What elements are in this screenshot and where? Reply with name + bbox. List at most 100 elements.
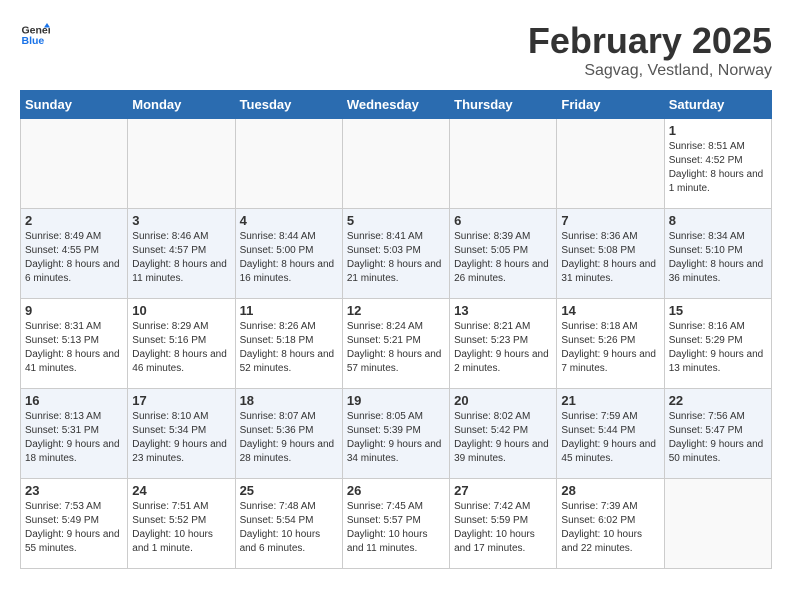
day-number: 20 [454, 393, 552, 408]
table-row: 6 Sunrise: 8:39 AM Sunset: 5:05 PM Daylig… [450, 209, 557, 299]
table-row: 25 Sunrise: 7:48 AM Sunset: 5:54 PM Dayli… [235, 479, 342, 569]
calendar-table: Sunday Monday Tuesday Wednesday Thursday… [20, 90, 772, 569]
day-info: Sunrise: 8:39 AM Sunset: 5:05 PM Dayligh… [454, 230, 552, 286]
day-number: 2 [25, 213, 123, 228]
day-number: 10 [132, 303, 230, 318]
day-info: Sunrise: 7:56 AM Sunset: 5:47 PM Dayligh… [669, 410, 767, 466]
table-row: 2 Sunrise: 8:49 AM Sunset: 4:55 PM Daylig… [21, 209, 128, 299]
day-info: Sunrise: 8:49 AM Sunset: 4:55 PM Dayligh… [25, 230, 123, 286]
week-row-3: 9 Sunrise: 8:31 AM Sunset: 5:13 PM Daylig… [21, 299, 772, 389]
day-info: Sunrise: 7:39 AM Sunset: 6:02 PM Dayligh… [561, 500, 659, 556]
title-area: February 2025 Sagvag, Vestland, Norway [528, 20, 772, 80]
header-tuesday: Tuesday [235, 91, 342, 119]
day-number: 5 [347, 213, 445, 228]
week-row-2: 2 Sunrise: 8:49 AM Sunset: 4:55 PM Daylig… [21, 209, 772, 299]
day-info: Sunrise: 8:02 AM Sunset: 5:42 PM Dayligh… [454, 410, 552, 466]
table-row: 16Sunrise: 8:13 AM Sunset: 5:31 PM Dayli… [21, 389, 128, 479]
day-number: 14 [561, 303, 659, 318]
table-row [664, 479, 771, 569]
day-info: Sunrise: 7:42 AM Sunset: 5:59 PM Dayligh… [454, 500, 552, 556]
header-sunday: Sunday [21, 91, 128, 119]
day-number: 15 [669, 303, 767, 318]
table-row: 5 Sunrise: 8:41 AM Sunset: 5:03 PM Daylig… [342, 209, 449, 299]
day-info: Sunrise: 8:36 AM Sunset: 5:08 PM Dayligh… [561, 230, 659, 286]
table-row: 28 Sunrise: 7:39 AM Sunset: 6:02 PM Dayli… [557, 479, 664, 569]
table-row [21, 119, 128, 209]
day-info: Sunrise: 8:18 AM Sunset: 5:26 PM Dayligh… [561, 320, 659, 376]
day-number: 3 [132, 213, 230, 228]
table-row [128, 119, 235, 209]
day-number: 26 [347, 483, 445, 498]
table-row: 9 Sunrise: 8:31 AM Sunset: 5:13 PM Daylig… [21, 299, 128, 389]
table-row: 23 Sunrise: 7:53 AM Sunset: 5:49 PM Dayli… [21, 479, 128, 569]
day-number: 12 [347, 303, 445, 318]
day-info: Sunrise: 8:46 AM Sunset: 4:57 PM Dayligh… [132, 230, 230, 286]
table-row: 24 Sunrise: 7:51 AM Sunset: 5:52 PM Dayli… [128, 479, 235, 569]
day-info: Sunrise: 8:44 AM Sunset: 5:00 PM Dayligh… [240, 230, 338, 286]
header-monday: Monday [128, 91, 235, 119]
header-friday: Friday [557, 91, 664, 119]
day-info: Sunrise: 8:26 AM Sunset: 5:18 PM Dayligh… [240, 320, 338, 376]
logo: General Blue [20, 20, 50, 50]
day-info: Sunrise: 8:13 AM Sunset: 5:31 PM Dayligh… [25, 410, 123, 466]
table-row: 11 Sunrise: 8:26 AM Sunset: 5:18 PM Dayli… [235, 299, 342, 389]
table-row: 8 Sunrise: 8:34 AM Sunset: 5:10 PM Daylig… [664, 209, 771, 299]
table-row: 4 Sunrise: 8:44 AM Sunset: 5:00 PM Daylig… [235, 209, 342, 299]
table-row: 17Sunrise: 8:10 AM Sunset: 5:34 PM Dayli… [128, 389, 235, 479]
table-row: 22 Sunrise: 7:56 AM Sunset: 5:47 PM Dayli… [664, 389, 771, 479]
header: General Blue February 2025 Sagvag, Vestl… [20, 20, 772, 80]
calendar-header-row: Sunday Monday Tuesday Wednesday Thursday… [21, 91, 772, 119]
day-number: 25 [240, 483, 338, 498]
day-number: 23 [25, 483, 123, 498]
day-info: Sunrise: 8:05 AM Sunset: 5:39 PM Dayligh… [347, 410, 445, 466]
svg-text:Blue: Blue [22, 35, 45, 47]
day-number: 9 [25, 303, 123, 318]
table-row: 14 Sunrise: 8:18 AM Sunset: 5:26 PM Dayli… [557, 299, 664, 389]
table-row: 26 Sunrise: 7:45 AM Sunset: 5:57 PM Dayli… [342, 479, 449, 569]
day-number: 4 [240, 213, 338, 228]
day-info: Sunrise: 8:21 AM Sunset: 5:23 PM Dayligh… [454, 320, 552, 376]
day-number: 19 [347, 393, 445, 408]
day-info: Sunrise: 8:29 AM Sunset: 5:16 PM Dayligh… [132, 320, 230, 376]
day-number: 11 [240, 303, 338, 318]
table-row: 20 Sunrise: 8:02 AM Sunset: 5:42 PM Dayli… [450, 389, 557, 479]
day-number: 1 [669, 123, 767, 138]
day-info: Sunrise: 7:59 AM Sunset: 5:44 PM Dayligh… [561, 410, 659, 466]
day-info: Sunrise: 8:24 AM Sunset: 5:21 PM Dayligh… [347, 320, 445, 376]
table-row: 21Sunrise: 7:59 AM Sunset: 5:44 PM Dayli… [557, 389, 664, 479]
table-row: 7Sunrise: 8:36 AM Sunset: 5:08 PM Daylig… [557, 209, 664, 299]
day-number: 22 [669, 393, 767, 408]
header-saturday: Saturday [664, 91, 771, 119]
calendar-title: February 2025 [528, 20, 772, 62]
table-row: 3 Sunrise: 8:46 AM Sunset: 4:57 PM Daylig… [128, 209, 235, 299]
day-number: 27 [454, 483, 552, 498]
table-row: 19 Sunrise: 8:05 AM Sunset: 5:39 PM Dayli… [342, 389, 449, 479]
table-row: 13Sunrise: 8:21 AM Sunset: 5:23 PM Dayli… [450, 299, 557, 389]
table-row [235, 119, 342, 209]
day-number: 18 [240, 393, 338, 408]
day-info: Sunrise: 7:53 AM Sunset: 5:49 PM Dayligh… [25, 500, 123, 556]
logo-icon: General Blue [20, 20, 50, 50]
day-number: 28 [561, 483, 659, 498]
day-info: Sunrise: 7:45 AM Sunset: 5:57 PM Dayligh… [347, 500, 445, 556]
header-wednesday: Wednesday [342, 91, 449, 119]
table-row: 10 Sunrise: 8:29 AM Sunset: 5:16 PM Dayli… [128, 299, 235, 389]
day-number: 17 [132, 393, 230, 408]
table-row: 15 Sunrise: 8:16 AM Sunset: 5:29 PM Dayli… [664, 299, 771, 389]
day-info: Sunrise: 7:48 AM Sunset: 5:54 PM Dayligh… [240, 500, 338, 556]
calendar-subtitle: Sagvag, Vestland, Norway [528, 62, 772, 80]
day-info: Sunrise: 8:51 AM Sunset: 4:52 PM Dayligh… [669, 140, 767, 196]
day-number: 24 [132, 483, 230, 498]
day-info: Sunrise: 8:41 AM Sunset: 5:03 PM Dayligh… [347, 230, 445, 286]
table-row: 27 Sunrise: 7:42 AM Sunset: 5:59 PM Dayli… [450, 479, 557, 569]
week-row-4: 16Sunrise: 8:13 AM Sunset: 5:31 PM Dayli… [21, 389, 772, 479]
day-info: Sunrise: 7:51 AM Sunset: 5:52 PM Dayligh… [132, 500, 230, 556]
week-row-1: 1 Sunrise: 8:51 AM Sunset: 4:52 PM Daylig… [21, 119, 772, 209]
day-info: Sunrise: 8:31 AM Sunset: 5:13 PM Dayligh… [25, 320, 123, 376]
day-number: 8 [669, 213, 767, 228]
day-info: Sunrise: 8:34 AM Sunset: 5:10 PM Dayligh… [669, 230, 767, 286]
day-number: 6 [454, 213, 552, 228]
table-row: 1 Sunrise: 8:51 AM Sunset: 4:52 PM Daylig… [664, 119, 771, 209]
header-thursday: Thursday [450, 91, 557, 119]
day-info: Sunrise: 8:16 AM Sunset: 5:29 PM Dayligh… [669, 320, 767, 376]
